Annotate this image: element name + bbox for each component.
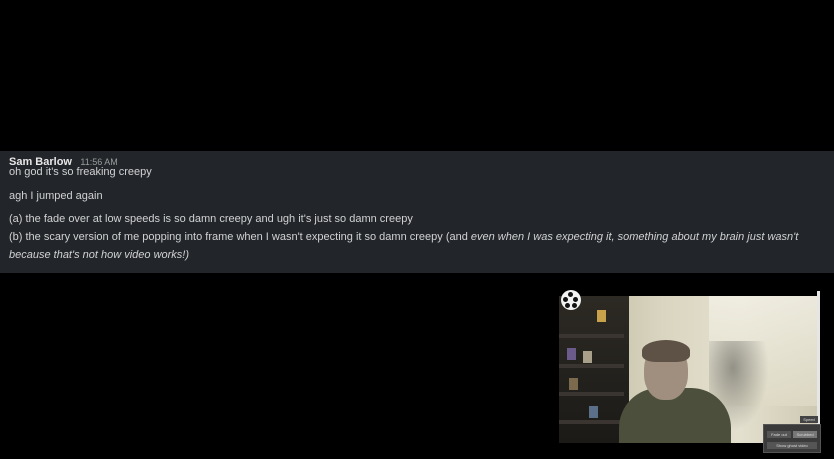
fade-out-button[interactable]: Fade out — [767, 431, 791, 438]
shelf-item — [567, 348, 576, 360]
shelf-item — [569, 378, 578, 390]
message-line: (a) the fade over at low speeds is so da… — [9, 213, 413, 225]
shelf-item — [589, 406, 598, 418]
video-player[interactable] — [559, 296, 817, 443]
shelf-item — [597, 310, 606, 322]
message-line: (b) the scary version of me popping into… — [9, 231, 798, 243]
shelf-board — [559, 420, 624, 424]
message-italic-text: even when I was expecting it, something … — [470, 231, 799, 243]
show-ghost-button[interactable]: Show ghost video — [767, 442, 817, 449]
chat-message: Sam Barlow 11:56 AM oh god it's so freak… — [0, 151, 834, 273]
message-line: oh god it's so freaking creepy — [9, 166, 152, 178]
message-line-text: (b) the scary version of me popping into… — [9, 231, 471, 243]
film-reel-icon[interactable] — [561, 290, 581, 310]
shelf-item — [583, 351, 592, 363]
person-hair — [642, 340, 690, 362]
message-line: because that's not how video works!) — [9, 249, 190, 261]
scrubbed-button[interactable]: Scrubbed — [793, 431, 817, 438]
shelf-board — [559, 364, 624, 368]
shelf-board — [559, 392, 624, 396]
video-controls: Fade out Scrubbed Show ghost video — [763, 424, 821, 453]
shelf-board — [559, 334, 624, 338]
speed-tag[interactable]: Speed — [800, 416, 818, 423]
message-line: agh I jumped again — [9, 190, 103, 202]
